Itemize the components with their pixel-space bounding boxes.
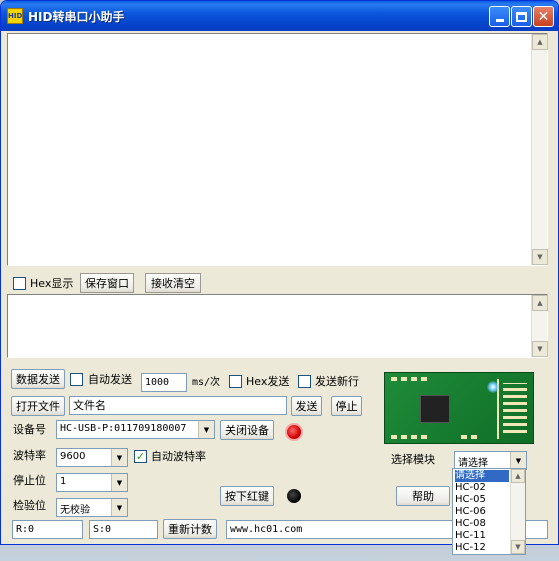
device-select[interactable]: HC-USB-P:011709180007 ▼: [56, 420, 215, 439]
chip-icon: [420, 395, 450, 423]
led-glow-icon: [487, 381, 499, 393]
interval-unit: ms/次: [192, 377, 221, 388]
module-option-hc05[interactable]: HC-05: [455, 494, 509, 506]
app-window: HID HID转串口小助手 ✕ ▲ ▼ Hex显示 保存窗口 接收清空 ▲ ▼ …: [0, 0, 559, 545]
stop-bits-label: 停止位: [13, 474, 46, 487]
scroll-down-icon[interactable]: ▼: [532, 341, 548, 357]
scroll-up-icon[interactable]: ▲: [532, 34, 548, 50]
module-board-image: [384, 372, 534, 444]
chevron-down-icon[interactable]: ▼: [510, 452, 526, 469]
help-button[interactable]: 帮助: [396, 486, 450, 506]
minimize-icon: [495, 19, 504, 22]
pad: [411, 435, 417, 439]
stop-bits-select[interactable]: 1 ▼: [56, 473, 128, 492]
module-option-hc11[interactable]: HC-11: [455, 530, 509, 542]
save-window-button[interactable]: 保存窗口: [80, 273, 134, 293]
parity-value: 无校验: [60, 505, 90, 516]
baud-select[interactable]: 9600 ▼: [56, 448, 128, 467]
pad: [461, 435, 467, 439]
device-label: 设备号: [13, 423, 46, 436]
filename-input[interactable]: 文件名: [69, 396, 287, 415]
stop-button[interactable]: 停止: [331, 396, 362, 416]
pad: [421, 377, 427, 381]
parity-select[interactable]: 无校验 ▼: [56, 498, 128, 517]
scroll-up-icon[interactable]: ▲: [532, 295, 548, 311]
rx-count-field: R:0: [12, 520, 83, 539]
window-title: HID转串口小助手: [28, 10, 125, 24]
device-status-led: [287, 425, 301, 439]
recount-button[interactable]: 重新计数: [163, 519, 217, 539]
pad: [391, 377, 397, 381]
send-textarea[interactable]: ▲ ▼: [7, 294, 548, 358]
maximize-button[interactable]: [511, 6, 532, 27]
tx-count-field: S:0: [89, 520, 158, 539]
app-icon: HID: [7, 8, 23, 24]
auto-baud-label: 自动波特率: [151, 450, 206, 463]
receive-scrollbar[interactable]: ▲ ▼: [531, 34, 548, 265]
baud-value: 9600: [60, 451, 86, 462]
scroll-down-icon[interactable]: ▼: [532, 249, 548, 265]
scroll-up-icon[interactable]: ▲: [511, 469, 525, 483]
module-option-hc12[interactable]: HC-12: [455, 542, 509, 554]
key-status-led: [287, 489, 301, 503]
maximize-icon: [516, 11, 527, 22]
baud-label: 波特率: [13, 449, 46, 462]
pad: [411, 377, 417, 381]
stop-bits-value: 1: [60, 476, 67, 487]
chevron-down-icon[interactable]: ▼: [198, 421, 214, 438]
module-value: 请选择: [458, 458, 488, 469]
close-button[interactable]: ✕: [533, 6, 554, 27]
device-value: HC-USB-P:011709180007: [60, 423, 187, 434]
parity-label: 检验位: [13, 499, 46, 512]
hex-display-checkbox[interactable]: [13, 277, 26, 290]
chevron-down-icon[interactable]: ▼: [111, 474, 127, 491]
minimize-button[interactable]: [489, 6, 510, 27]
scroll-down-icon[interactable]: ▼: [511, 540, 525, 554]
module-option-please-select[interactable]: 请选择: [455, 470, 509, 482]
pad: [401, 435, 407, 439]
open-file-button[interactable]: 打开文件: [11, 396, 65, 416]
press-red-key-button[interactable]: 按下红键: [220, 486, 274, 506]
send-newline-label: 发送新行: [315, 375, 359, 388]
module-option-hc06[interactable]: HC-06: [455, 506, 509, 518]
auto-send-label: 自动发送: [88, 373, 132, 386]
send-newline-checkbox[interactable]: [298, 375, 311, 388]
pad: [421, 435, 427, 439]
interval-input[interactable]: 1000: [141, 373, 187, 392]
module-options-list[interactable]: 请选择 HC-02 HC-05 HC-06 HC-08 HC-11 HC-12 …: [452, 468, 526, 555]
clear-receive-button[interactable]: 接收清空: [145, 273, 201, 293]
close-device-button[interactable]: 关闭设备: [220, 420, 274, 440]
select-module-label: 选择模块: [391, 453, 435, 466]
pad: [471, 435, 477, 439]
module-option-hc02[interactable]: HC-02: [455, 482, 509, 494]
receive-textarea[interactable]: ▲ ▼: [7, 33, 548, 266]
send-scrollbar[interactable]: ▲ ▼: [531, 295, 548, 357]
title-bar[interactable]: HID HID转串口小助手 ✕: [1, 1, 558, 31]
auto-send-checkbox[interactable]: [70, 373, 83, 386]
module-option-hc08[interactable]: HC-08: [455, 518, 509, 530]
chevron-down-icon[interactable]: ▼: [111, 449, 127, 466]
send-file-button[interactable]: 发送: [291, 396, 322, 416]
antenna-icon: [497, 379, 531, 439]
hex-send-checkbox[interactable]: [229, 375, 242, 388]
options-scrollbar[interactable]: ▲ ▼: [510, 469, 525, 554]
auto-baud-checkbox[interactable]: ✓: [134, 450, 147, 463]
pad: [391, 435, 397, 439]
send-data-button[interactable]: 数据发送: [11, 369, 65, 389]
pad: [401, 377, 407, 381]
hex-send-label: Hex发送: [246, 375, 290, 388]
hex-display-label: Hex显示: [30, 277, 74, 290]
chevron-down-icon[interactable]: ▼: [111, 499, 127, 516]
close-icon: ✕: [537, 8, 550, 25]
